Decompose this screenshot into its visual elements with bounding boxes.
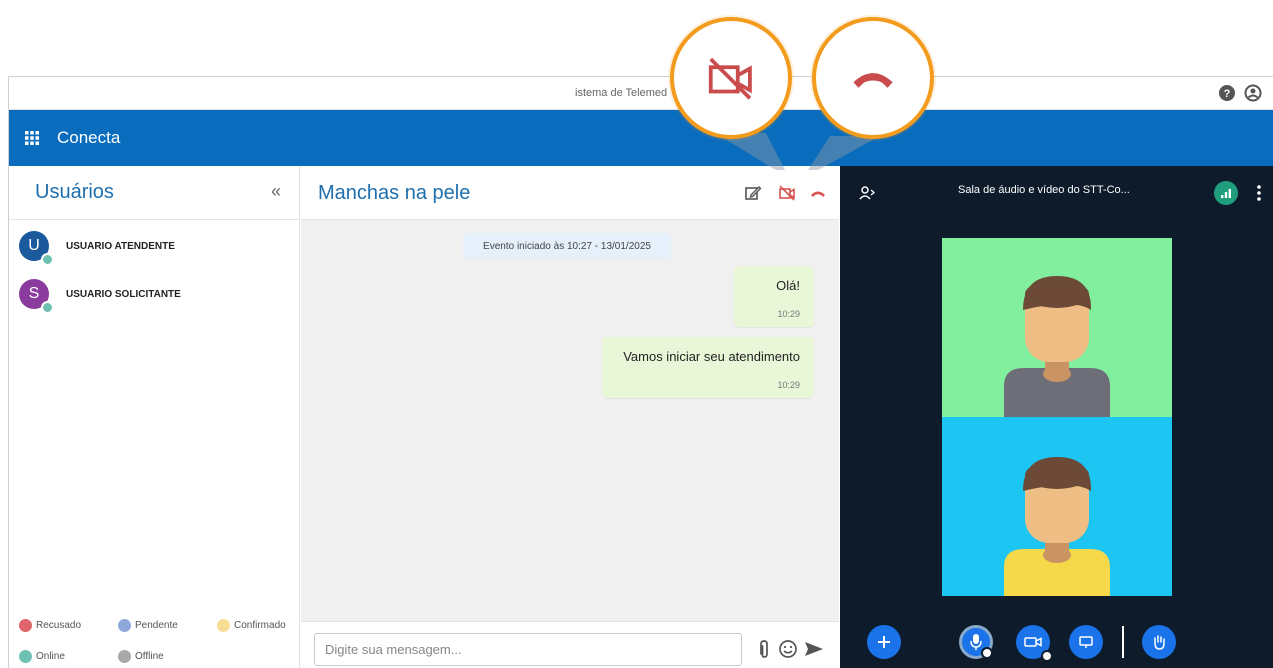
hang-up-icon — [853, 73, 893, 88]
callout-pointer-overlay — [715, 133, 880, 170]
hang-up-callout — [812, 17, 934, 139]
video-off-icon — [708, 57, 752, 100]
video-off-callout — [670, 17, 792, 139]
screenshot-stage: istema de Telemed ? Conecta Usuários « U… — [0, 0, 1273, 668]
